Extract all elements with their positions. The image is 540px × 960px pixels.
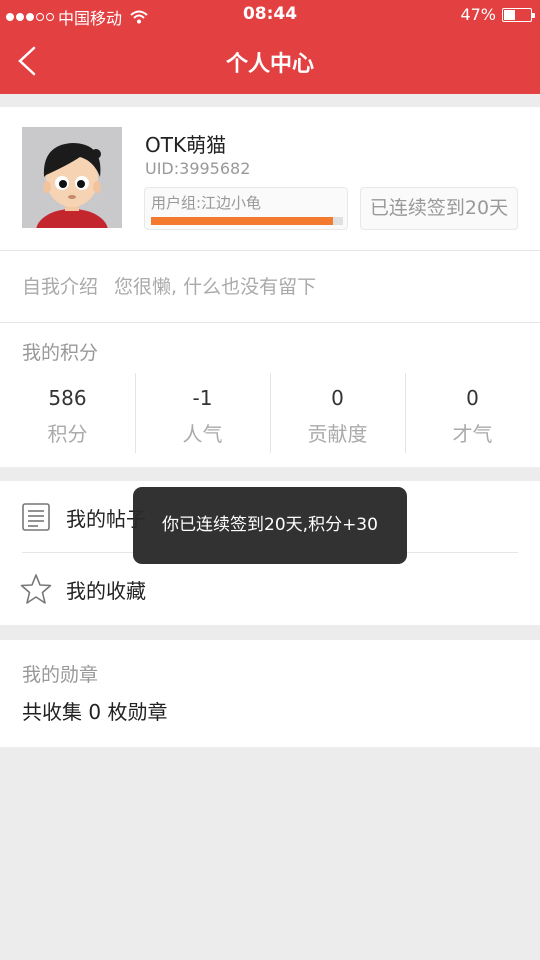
stat-label: 才气 (452, 422, 493, 446)
user-group-box: 用户组:江边小龟 (144, 187, 348, 230)
status-time: 08:44 (242, 4, 298, 24)
nav-bar: 个人中心 (0, 30, 540, 94)
status-right: 47% (460, 5, 535, 24)
avatar-cartoon-icon (22, 127, 122, 228)
toast-message: 你已连续签到20天,积分+30 (133, 487, 407, 564)
stat-value: 0 (331, 386, 344, 410)
divider (0, 250, 540, 251)
stat-label: 人气 (182, 422, 223, 446)
battery-icon (502, 7, 535, 22)
user-uid: UID:3995682 (145, 159, 251, 178)
stat-label: 积分 (47, 422, 88, 446)
stat-value: 0 (466, 386, 479, 410)
stat-value: -1 (192, 386, 213, 410)
status-bar: 中国移动 08:44 47% (0, 0, 540, 30)
points-title: 我的积分 (22, 342, 99, 364)
page-title: 个人中心 (225, 52, 314, 77)
star-icon (20, 574, 52, 604)
self-intro-row: 自我介绍 您很懒, 什么也没有留下 (22, 272, 316, 299)
stat-contribution[interactable]: 0 贡献度 (270, 373, 405, 453)
self-intro-text: 您很懒, 什么也没有留下 (114, 276, 317, 298)
points-stats: 586 积分 -1 人气 0 贡献度 0 才气 (0, 373, 540, 453)
username: OTK萌猫 (145, 133, 227, 157)
stat-talent[interactable]: 0 才气 (405, 373, 540, 453)
medals-count: 共收集 0 枚勋章 (22, 700, 168, 724)
profile-card: OTK萌猫 UID:3995682 用户组:江边小龟 已连续签到20天 自我介绍… (0, 107, 540, 467)
stat-label: 贡献度 (307, 422, 368, 446)
stat-points[interactable]: 586 积分 (0, 373, 135, 453)
checkin-button[interactable]: 已连续签到20天 (360, 187, 518, 230)
divider (0, 322, 540, 323)
stat-popularity[interactable]: -1 人气 (135, 373, 270, 453)
document-icon (22, 503, 50, 531)
battery-percent: 47% (460, 5, 496, 24)
avatar[interactable] (22, 127, 122, 228)
menu-label: 我的收藏 (66, 579, 146, 603)
self-intro-label: 自我介绍 (22, 276, 99, 298)
user-group-label: 用户组:江边小龟 (151, 194, 262, 212)
medals-card[interactable]: 我的勋章 共收集 0 枚勋章 (0, 640, 540, 747)
stat-value: 586 (48, 386, 87, 410)
medals-title: 我的勋章 (22, 664, 99, 686)
level-progress-fill (151, 217, 334, 225)
level-progress-bar (151, 217, 343, 225)
